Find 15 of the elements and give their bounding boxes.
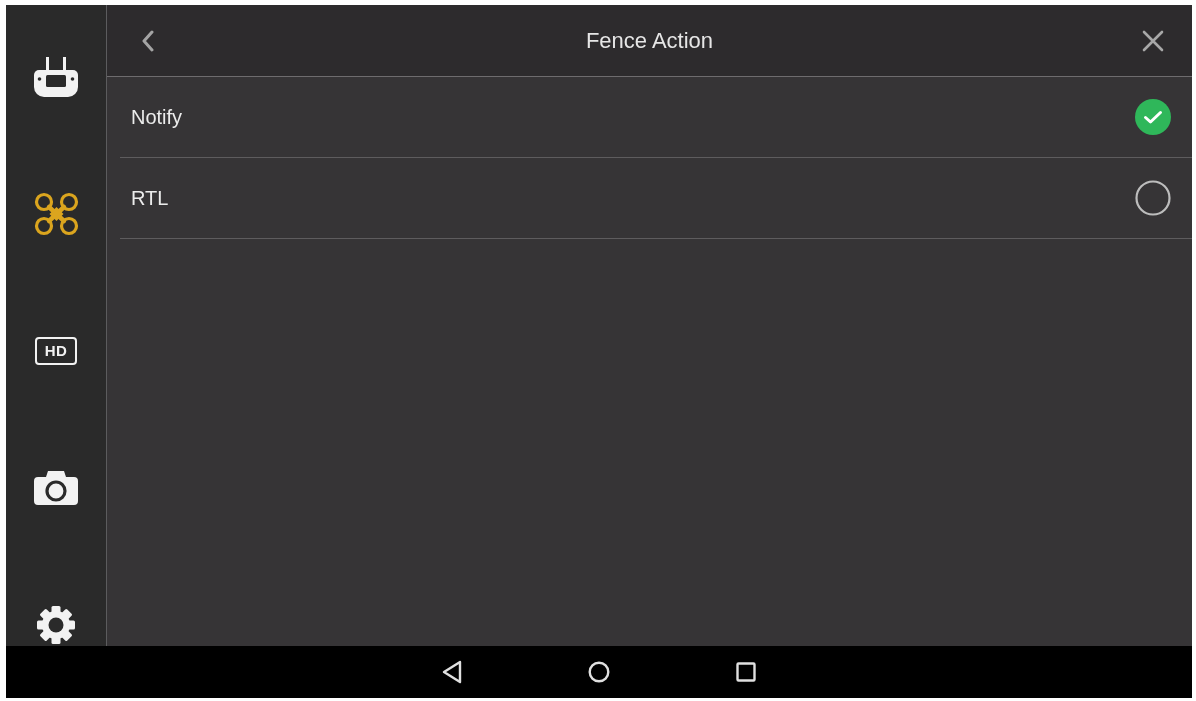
- sidebar-button[interactable]: [34, 56, 78, 97]
- option-item[interactable]: Notify: [120, 77, 1192, 158]
- panel-title: Fence Action: [585, 26, 714, 55]
- home-icon[interactable]: [588, 661, 610, 683]
- sidebar-button[interactable]: [34, 470, 78, 505]
- recent-apps-icon[interactable]: [736, 662, 756, 682]
- remote-controller-icon: [34, 56, 78, 97]
- option-item[interactable]: RTL: [120, 158, 1192, 239]
- hd-button[interactable]: HD: [34, 336, 78, 365]
- close-icon[interactable]: [1142, 29, 1164, 52]
- sidebar-button[interactable]: [36, 604, 76, 645]
- camera-icon: [34, 470, 78, 505]
- drone-icon: [33, 191, 79, 236]
- back-icon[interactable]: [141, 29, 154, 52]
- sidebar-button[interactable]: [33, 191, 79, 236]
